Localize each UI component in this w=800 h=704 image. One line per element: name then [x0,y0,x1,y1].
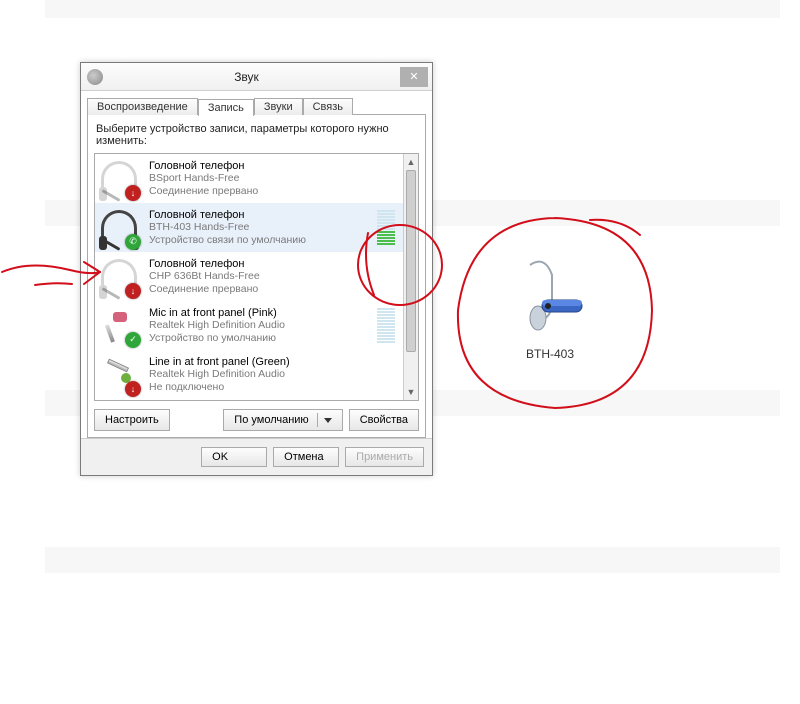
tab-воспроизведение[interactable]: Воспроизведение [87,98,198,115]
device-status: Не подключено [149,381,399,393]
device-item[interactable]: ↓ Головной телефонBSport Hands-FreeСоедин… [95,154,403,203]
close-icon: ✕ [409,70,418,83]
set-default-button-label: По умолчанию [234,414,308,426]
phone-badge-icon: ✆ [125,234,141,250]
device-name: Line in at front panel (Green) [149,356,399,368]
cancel-button[interactable]: Отмена [273,447,339,467]
tab-panel-recording: Выберите устройство записи, параметры ко… [87,114,426,438]
device-text: Головной телефонCHP 636Bt Hands-FreeСоед… [149,258,399,295]
device-item[interactable]: ↓ Line in at front panel (Green)Realtek H… [95,350,403,399]
cancel-button-label: Отмена [284,451,323,463]
configure-button[interactable]: Настроить [94,409,170,431]
mic-pink-icon: ✓ [99,306,139,346]
device-sub: Realtek High Definition Audio [149,319,377,332]
device-sub: BTH-403 Hands-Free [149,221,377,234]
device-status: Устройство связи по умолчанию [149,234,377,246]
close-button[interactable]: ✕ [400,67,428,87]
scrollbar[interactable]: ▲ ▼ [403,154,418,400]
tab-связь[interactable]: Связь [303,98,353,115]
bluetooth-headset-illustration: BTH-403 [475,250,625,361]
device-text: Line in at front panel (Green)Realtek Hi… [149,356,399,393]
device-item[interactable]: ✓ Mic in at front panel (Pink)Realtek Hig… [95,301,403,350]
linein-icon: ↓ [99,355,139,395]
scroll-down-icon[interactable]: ▼ [404,384,418,400]
bg-strip [45,0,780,18]
device-list[interactable]: ↓Головной телефонBSport Hands-FreeСоедин… [95,154,403,400]
level-meter [377,210,395,245]
device-item[interactable]: ✆ Головной телефонBTH-403 Hands-FreeУстро… [95,203,403,252]
device-status: Соединение прервано [149,283,399,295]
properties-button[interactable]: Свойства [349,409,419,431]
level-meter [377,308,395,343]
set-default-button[interactable]: По умолчанию [223,409,342,431]
sound-dialog: Звук ✕ ВоспроизведениеЗаписьЗвукиСвязь В… [80,62,433,476]
bg-strip [45,547,780,573]
disconnected-badge-icon: ↓ [125,185,141,201]
device-item[interactable]: ↓ Головной телефонCHP 636Bt Hands-FreeСое… [95,252,403,301]
tab-bar: ВоспроизведениеЗаписьЗвукиСвязь [81,91,432,114]
apply-button[interactable]: Применить [345,447,424,467]
dialog-footer: OK Отмена Применить [81,438,432,475]
sound-sys-icon [87,69,103,85]
titlebar[interactable]: Звук ✕ [81,63,432,91]
device-status: Устройство по умолчанию [149,332,377,344]
disconnected-badge-icon: ↓ [125,381,141,397]
ok-button[interactable]: OK [201,447,267,467]
device-text: Головной телефонBSport Hands-FreeСоедине… [149,160,399,197]
device-sub: BSport Hands-Free [149,172,399,185]
device-name: Mic in at front panel (Pink) [149,307,377,319]
scroll-track[interactable] [404,170,418,384]
bluetooth-device-label: BTH-403 [475,347,625,361]
device-name: Головной телефон [149,209,377,221]
tab-звуки[interactable]: Звуки [254,98,303,115]
device-name: Головной телефон [149,160,399,172]
device-listbox: ↓Головной телефонBSport Hands-FreeСоедин… [94,153,419,401]
dropdown-caret-icon [324,418,332,423]
ok-button-label: OK [212,451,228,463]
headset-faded-icon: ↓ [99,257,139,297]
tab-запись[interactable]: Запись [198,99,254,116]
headset-faded-icon: ↓ [99,159,139,199]
apply-button-label: Применить [356,451,413,463]
dialog-title: Звук [109,70,400,84]
device-sub: Realtek High Definition Audio [149,368,399,381]
device-sub: CHP 636Bt Hands-Free [149,270,399,283]
headset-image-icon [490,250,610,340]
configure-button-label: Настроить [105,414,159,426]
scroll-thumb[interactable] [406,170,416,352]
device-status: Соединение прервано [149,185,399,197]
headset-icon: ✆ [99,208,139,248]
instruction-text: Выберите устройство записи, параметры ко… [96,123,417,147]
properties-button-label: Свойства [360,414,408,426]
device-text: Головной телефонBTH-403 Hands-FreeУстрой… [149,209,377,246]
device-name: Головной телефон [149,258,399,270]
scroll-up-icon[interactable]: ▲ [404,154,418,170]
disconnected-badge-icon: ↓ [125,283,141,299]
ok-badge-icon: ✓ [125,332,141,348]
device-text: Mic in at front panel (Pink)Realtek High… [149,307,377,344]
